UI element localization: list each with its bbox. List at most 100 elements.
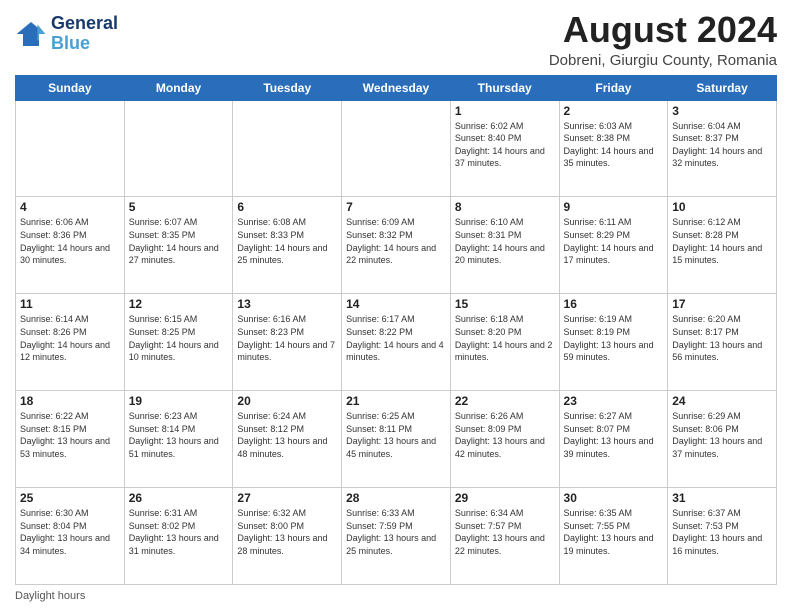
- calendar-cell-w5-d7: 31 Sunrise: 6:37 AMSunset: 7:53 PMDayligh…: [668, 488, 777, 585]
- day-info: Sunrise: 6:34 AMSunset: 7:57 PMDaylight:…: [455, 507, 555, 557]
- title-block: August 2024 Dobreni, Giurgiu County, Rom…: [549, 10, 777, 69]
- logo: General Blue: [15, 14, 118, 54]
- day-info: Sunrise: 6:18 AMSunset: 8:20 PMDaylight:…: [455, 313, 555, 363]
- page: General Blue August 2024 Dobreni, Giurgi…: [0, 0, 792, 612]
- col-sunday: Sunday: [16, 75, 125, 100]
- calendar-week-4: 18Sunrise: 6:22 AMSunset: 8:15 PMDayligh…: [16, 391, 777, 488]
- footer: Daylight hours: [15, 590, 777, 602]
- day-info: Sunrise: 6:14 AMSunset: 8:26 PMDaylight:…: [20, 313, 120, 363]
- calendar-cell-w5-d1: 25Sunrise: 6:30 AMSunset: 8:04 PMDayligh…: [16, 488, 125, 585]
- calendar-cell-w4-d7: 24 Sunrise: 6:29 AMSunset: 8:06 PMDayligh…: [668, 391, 777, 488]
- calendar-cell-w1-d7: 3Sunrise: 6:04 AMSunset: 8:37 PMDaylight…: [668, 100, 777, 197]
- day-number: 27: [237, 491, 337, 505]
- calendar-cell-w5-d2: 26Sunrise: 6:31 AMSunset: 8:02 PMDayligh…: [124, 488, 233, 585]
- month-title: August 2024: [549, 10, 777, 50]
- calendar-cell-w5-d6: 30 Sunrise: 6:35 AMSunset: 7:55 PMDayligh…: [559, 488, 668, 585]
- calendar-cell-w2-d1: 4 Sunrise: 6:06 AMSunset: 8:36 PMDaylight…: [16, 197, 125, 294]
- col-thursday: Thursday: [450, 75, 559, 100]
- col-saturday: Saturday: [668, 75, 777, 100]
- day-number: 8: [455, 200, 555, 214]
- logo-line1: General: [51, 14, 118, 34]
- day-info: Sunrise: 6:08 AMSunset: 8:33 PMDaylight:…: [237, 216, 337, 266]
- day-info: Sunrise: 6:16 AMSunset: 8:23 PMDaylight:…: [237, 313, 337, 363]
- footer-text: Daylight hours: [15, 590, 85, 602]
- day-info: Sunrise: 6:33 AMSunset: 7:59 PMDaylight:…: [346, 507, 446, 557]
- day-number: 9: [564, 200, 664, 214]
- calendar-cell-w1-d4: [342, 100, 451, 197]
- calendar-cell-w5-d5: 29Sunrise: 6:34 AMSunset: 7:57 PMDayligh…: [450, 488, 559, 585]
- day-info: Sunrise: 6:35 AMSunset: 7:55 PMDaylight:…: [564, 507, 664, 557]
- calendar-cell-w4-d2: 19 Sunrise: 6:23 AMSunset: 8:14 PMDayligh…: [124, 391, 233, 488]
- day-number: 19: [129, 394, 229, 408]
- day-number: 6: [237, 200, 337, 214]
- calendar-cell-w2-d4: 7Sunrise: 6:09 AMSunset: 8:32 PMDaylight…: [342, 197, 451, 294]
- calendar-cell-w2-d5: 8 Sunrise: 6:10 AMSunset: 8:31 PMDaylight…: [450, 197, 559, 294]
- calendar-cell-w4-d1: 18Sunrise: 6:22 AMSunset: 8:15 PMDayligh…: [16, 391, 125, 488]
- calendar-cell-w4-d6: 23 Sunrise: 6:27 AMSunset: 8:07 PMDayligh…: [559, 391, 668, 488]
- day-number: 14: [346, 297, 446, 311]
- col-monday: Monday: [124, 75, 233, 100]
- col-tuesday: Tuesday: [233, 75, 342, 100]
- day-number: 30: [564, 491, 664, 505]
- day-info: Sunrise: 6:20 AMSunset: 8:17 PMDaylight:…: [672, 313, 772, 363]
- calendar-cell-w5-d3: 27Sunrise: 6:32 AMSunset: 8:00 PMDayligh…: [233, 488, 342, 585]
- day-number: 7: [346, 200, 446, 214]
- day-number: 24: [672, 394, 772, 408]
- day-number: 15: [455, 297, 555, 311]
- day-info: Sunrise: 6:22 AMSunset: 8:15 PMDaylight:…: [20, 410, 120, 460]
- day-info: Sunrise: 6:07 AMSunset: 8:35 PMDaylight:…: [129, 216, 229, 266]
- col-friday: Friday: [559, 75, 668, 100]
- day-number: 2: [564, 104, 664, 118]
- day-info: Sunrise: 6:19 AMSunset: 8:19 PMDaylight:…: [564, 313, 664, 363]
- day-number: 3: [672, 104, 772, 118]
- calendar-cell-w2-d2: 5Sunrise: 6:07 AMSunset: 8:35 PMDaylight…: [124, 197, 233, 294]
- calendar-cell-w3-d5: 15 Sunrise: 6:18 AMSunset: 8:20 PMDayligh…: [450, 294, 559, 391]
- day-number: 13: [237, 297, 337, 311]
- day-info: Sunrise: 6:06 AMSunset: 8:36 PMDaylight:…: [20, 216, 120, 266]
- day-info: Sunrise: 6:26 AMSunset: 8:09 PMDaylight:…: [455, 410, 555, 460]
- day-number: 21: [346, 394, 446, 408]
- calendar-week-2: 4 Sunrise: 6:06 AMSunset: 8:36 PMDaylight…: [16, 197, 777, 294]
- calendar-header-row: Sunday Monday Tuesday Wednesday Thursday…: [16, 75, 777, 100]
- day-number: 10: [672, 200, 772, 214]
- location-title: Dobreni, Giurgiu County, Romania: [549, 52, 777, 69]
- calendar-cell-w5-d4: 28 Sunrise: 6:33 AMSunset: 7:59 PMDayligh…: [342, 488, 451, 585]
- day-number: 20: [237, 394, 337, 408]
- day-number: 31: [672, 491, 772, 505]
- day-number: 22: [455, 394, 555, 408]
- day-info: Sunrise: 6:17 AMSunset: 8:22 PMDaylight:…: [346, 313, 446, 363]
- header: General Blue August 2024 Dobreni, Giurgi…: [15, 10, 777, 69]
- day-number: 4: [20, 200, 120, 214]
- day-number: 17: [672, 297, 772, 311]
- day-number: 26: [129, 491, 229, 505]
- calendar-table: Sunday Monday Tuesday Wednesday Thursday…: [15, 75, 777, 585]
- day-info: Sunrise: 6:30 AMSunset: 8:04 PMDaylight:…: [20, 507, 120, 557]
- day-number: 28: [346, 491, 446, 505]
- calendar-cell-w3-d4: 14 Sunrise: 6:17 AMSunset: 8:22 PMDayligh…: [342, 294, 451, 391]
- calendar-cell-w2-d6: 9 Sunrise: 6:11 AMSunset: 8:29 PMDaylight…: [559, 197, 668, 294]
- day-number: 12: [129, 297, 229, 311]
- day-number: 1: [455, 104, 555, 118]
- calendar-cell-w3-d7: 17 Sunrise: 6:20 AMSunset: 8:17 PMDayligh…: [668, 294, 777, 391]
- calendar-cell-w1-d6: 2 Sunrise: 6:03 AMSunset: 8:38 PMDaylight…: [559, 100, 668, 197]
- day-info: Sunrise: 6:29 AMSunset: 8:06 PMDaylight:…: [672, 410, 772, 460]
- day-info: Sunrise: 6:37 AMSunset: 7:53 PMDaylight:…: [672, 507, 772, 557]
- day-info: Sunrise: 6:23 AMSunset: 8:14 PMDaylight:…: [129, 410, 229, 460]
- calendar-week-3: 11Sunrise: 6:14 AMSunset: 8:26 PMDayligh…: [16, 294, 777, 391]
- calendar-cell-w1-d5: 1Sunrise: 6:02 AMSunset: 8:40 PMDaylight…: [450, 100, 559, 197]
- calendar-cell-w3-d6: 16Sunrise: 6:19 AMSunset: 8:19 PMDayligh…: [559, 294, 668, 391]
- day-info: Sunrise: 6:03 AMSunset: 8:38 PMDaylight:…: [564, 120, 664, 170]
- col-wednesday: Wednesday: [342, 75, 451, 100]
- day-number: 23: [564, 394, 664, 408]
- calendar-body: 1Sunrise: 6:02 AMSunset: 8:40 PMDaylight…: [16, 100, 777, 584]
- day-info: Sunrise: 6:12 AMSunset: 8:28 PMDaylight:…: [672, 216, 772, 266]
- day-info: Sunrise: 6:24 AMSunset: 8:12 PMDaylight:…: [237, 410, 337, 460]
- calendar-cell-w4-d4: 21Sunrise: 6:25 AMSunset: 8:11 PMDayligh…: [342, 391, 451, 488]
- calendar-cell-w1-d2: [124, 100, 233, 197]
- logo-text: General Blue: [51, 14, 118, 54]
- day-info: Sunrise: 6:27 AMSunset: 8:07 PMDaylight:…: [564, 410, 664, 460]
- calendar-week-1: 1Sunrise: 6:02 AMSunset: 8:40 PMDaylight…: [16, 100, 777, 197]
- day-info: Sunrise: 6:11 AMSunset: 8:29 PMDaylight:…: [564, 216, 664, 266]
- day-info: Sunrise: 6:15 AMSunset: 8:25 PMDaylight:…: [129, 313, 229, 363]
- day-info: Sunrise: 6:10 AMSunset: 8:31 PMDaylight:…: [455, 216, 555, 266]
